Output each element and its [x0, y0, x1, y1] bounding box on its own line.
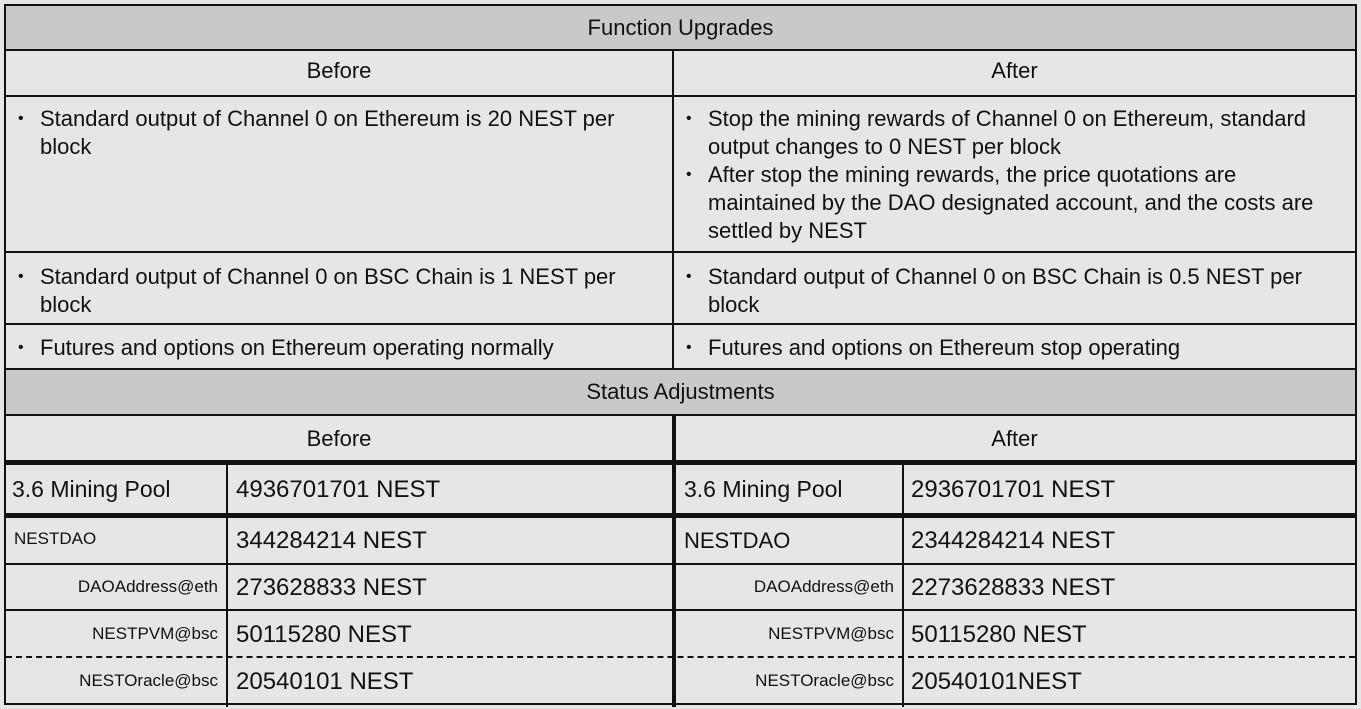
- after-nestdao-label: NESTDAO: [684, 528, 791, 553]
- bullet-item: Futures and options on Ethereum operatin…: [12, 334, 652, 362]
- after-mining-pool-label: 3.6 Mining Pool: [684, 476, 843, 502]
- function-upgrades-title: Function Upgrades: [6, 6, 1355, 50]
- before-nestoracle-label: NESTOracle@bsc: [79, 671, 218, 690]
- function-row-1-after: Stop the mining rewards of Channel 0 on …: [680, 105, 1350, 245]
- before-nestoracle-value: 20540101 NEST: [236, 668, 414, 695]
- divider: [672, 416, 676, 707]
- divider: [672, 50, 674, 370]
- function-row-3-before: Futures and options on Ethereum operatin…: [12, 334, 652, 362]
- before-nestdao-value: 344284214 NEST: [236, 527, 427, 554]
- divider: [6, 513, 1355, 518]
- bullet-item: Standard output of Channel 0 on BSC Chai…: [680, 263, 1350, 319]
- after-dao-address-value: 2273628833 NEST: [911, 574, 1116, 601]
- divider: [6, 414, 1355, 416]
- bullet-item: Stop the mining rewards of Channel 0 on …: [680, 105, 1350, 161]
- before-nestdao-label: NESTDAO: [14, 529, 97, 548]
- after-nestpvm-value: 50115280 NEST: [911, 621, 1087, 648]
- function-row-2-after: Standard output of Channel 0 on BSC Chai…: [680, 263, 1350, 319]
- function-row-2-before: Standard output of Channel 0 on BSC Chai…: [12, 263, 652, 319]
- bullet-item: Standard output of Channel 0 on Ethereum…: [12, 105, 652, 161]
- divider: [6, 609, 1355, 611]
- divider: [6, 323, 1355, 325]
- function-row-3-after: Futures and options on Ethereum stop ope…: [680, 334, 1350, 362]
- before-nestpvm-value: 50115280 NEST: [236, 621, 412, 648]
- before-dao-address-label: DAOAddress@eth: [77, 577, 218, 596]
- divider: [6, 95, 1355, 97]
- bullet-item: Futures and options on Ethereum stop ope…: [680, 334, 1350, 362]
- before-dao-address-value: 273628833 NEST: [236, 574, 427, 601]
- divider: [6, 251, 1355, 253]
- after-mining-pool-value: 2936701701 NEST: [911, 476, 1116, 503]
- before-nestpvm-label: NESTPVM@bsc: [92, 624, 218, 643]
- after-nestoracle-label: NESTOracle@bsc: [755, 671, 894, 690]
- status-before-header: Before: [306, 426, 372, 451]
- bullet-item: After stop the mining rewards, the price…: [680, 161, 1350, 245]
- after-nestpvm-label: NESTPVM@bsc: [768, 624, 894, 643]
- function-before-header: Before: [306, 58, 372, 83]
- divider: [6, 563, 1355, 565]
- divider: [6, 460, 1355, 465]
- after-dao-address-label: DAOAddress@eth: [753, 577, 894, 596]
- dashed-divider: [6, 656, 1355, 658]
- before-mining-pool-label: 3.6 Mining Pool: [12, 476, 171, 502]
- divider: [902, 465, 904, 707]
- function-row-1-before: Standard output of Channel 0 on Ethereum…: [12, 105, 652, 161]
- bullet-item: Standard output of Channel 0 on BSC Chai…: [12, 263, 652, 319]
- upgrade-table: Function Upgrades Before After Standard …: [4, 4, 1357, 707]
- after-nestdao-value: 2344284214 NEST: [911, 527, 1116, 554]
- status-adjustments-title: Status Adjustments: [6, 370, 1355, 414]
- function-after-header: After: [991, 58, 1038, 83]
- status-after-header: After: [991, 426, 1038, 451]
- divider: [6, 49, 1355, 51]
- after-nestoracle-value: 20540101NEST: [911, 668, 1082, 695]
- divider: [226, 465, 228, 707]
- before-mining-pool-value: 4936701701 NEST: [236, 476, 441, 503]
